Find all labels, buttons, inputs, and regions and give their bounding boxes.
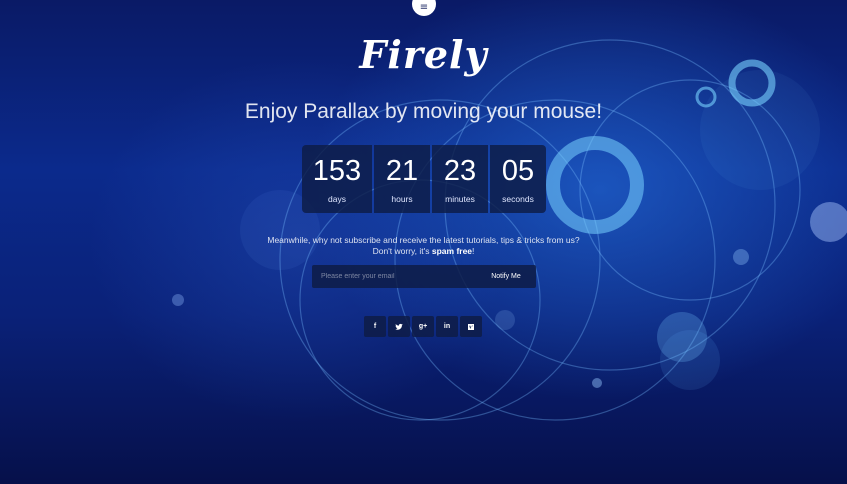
linkedin-icon: in	[443, 323, 451, 330]
social-links: f g+ in	[364, 316, 482, 337]
email-input[interactable]	[312, 265, 476, 288]
facebook-link[interactable]: f	[364, 316, 386, 337]
countdown-timer: 153 days 21 hours 23 minutes 05 seconds	[302, 145, 546, 213]
subscribe-description: Meanwhile, why not subscribe and receive…	[0, 235, 847, 257]
description-line-2-prefix: Don't worry, it's	[372, 246, 432, 256]
google-plus-icon: g+	[418, 323, 428, 330]
countdown-seconds-label: seconds	[502, 194, 534, 204]
countdown-hours-value: 21	[385, 155, 419, 187]
countdown-seconds: 05 seconds	[490, 145, 546, 213]
description-line-2-suffix: !	[472, 246, 475, 256]
menu-button[interactable]: ≡	[412, 0, 436, 16]
subscribe-form: Notify Me	[312, 265, 536, 288]
countdown-seconds-value: 05	[501, 155, 535, 187]
notify-me-button[interactable]: Notify Me	[476, 265, 536, 288]
vimeo-link[interactable]	[460, 316, 482, 337]
hamburger-icon: ≡	[419, 1, 429, 13]
facebook-icon: f	[373, 323, 377, 330]
countdown-days-value: 153	[312, 155, 362, 187]
twitter-icon	[395, 323, 403, 330]
site-logo: Firely	[359, 32, 488, 77]
google-plus-link[interactable]: g+	[412, 316, 434, 337]
tagline: Enjoy Parallax by moving your mouse!	[244, 100, 603, 123]
twitter-link[interactable]	[388, 316, 410, 337]
countdown-days-label: days	[328, 194, 346, 204]
linkedin-link[interactable]: in	[436, 316, 458, 337]
spam-free-text: spam free	[431, 246, 473, 256]
countdown-hours-label: hours	[391, 194, 413, 204]
countdown-minutes-value: 23	[443, 155, 477, 187]
countdown-minutes: 23 minutes	[432, 145, 488, 213]
description-line-1: Meanwhile, why not subscribe and receive…	[267, 235, 580, 245]
vimeo-icon	[468, 323, 474, 330]
countdown-minutes-label: minutes	[445, 194, 475, 204]
description-line-2: Don't worry, it's spam free!	[0, 246, 847, 257]
countdown-days: 153 days	[302, 145, 372, 213]
countdown-hours: 21 hours	[374, 145, 430, 213]
